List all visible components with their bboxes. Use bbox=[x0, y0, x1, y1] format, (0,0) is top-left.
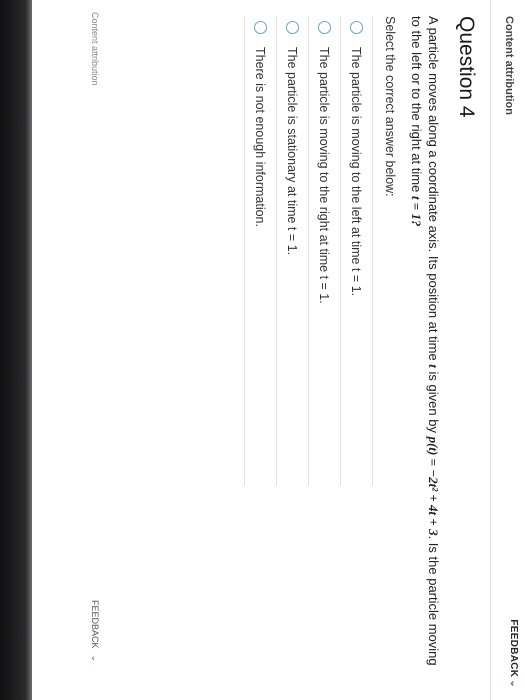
time-value: t = 1 bbox=[409, 195, 424, 220]
top-bar: Content attribution FEEDBACK⌄ bbox=[490, 0, 525, 700]
question-text: A particle moves along a coordinate axis… bbox=[408, 16, 442, 676]
answer-option-right[interactable]: The particle is moving to the right at t… bbox=[308, 16, 340, 486]
chevron-down-icon: ⌄ bbox=[90, 654, 100, 663]
answer-options: The particle is moving to the left at ti… bbox=[244, 16, 373, 486]
answer-option-label: The particle is moving to the left at ti… bbox=[349, 47, 364, 297]
question-text-part: A particle moves along a coordinate axis… bbox=[426, 16, 441, 365]
answer-option-stationary[interactable]: The particle is stationary at time t = 1… bbox=[276, 16, 308, 486]
monitor-bezel bbox=[0, 0, 32, 700]
answer-option-label: There is not enough information. bbox=[253, 47, 268, 227]
position-formula: p(t) = −2t² + 4t + 3 bbox=[426, 436, 441, 536]
footer-feedback-button[interactable]: FEEDBACK ⌄ bbox=[89, 600, 100, 662]
answer-option-label: The particle is moving to the right at t… bbox=[317, 47, 332, 304]
footer-content-attribution-link[interactable]: Content attribution bbox=[90, 12, 100, 86]
answer-option-left[interactable]: The particle is moving to the left at ti… bbox=[340, 16, 373, 486]
content-attribution-link[interactable]: Content attribution bbox=[503, 16, 515, 115]
radio-button-icon[interactable] bbox=[318, 21, 331, 34]
question-text-part: is given by bbox=[426, 367, 441, 437]
question-title: Question 4 bbox=[455, 16, 478, 118]
rotated-page: Content attribution FEEDBACK⌄ Question 4… bbox=[32, 0, 525, 700]
question-mark: ? bbox=[409, 219, 424, 227]
answer-option-label: The particle is stationary at time t = 1… bbox=[285, 47, 300, 256]
answer-prompt: Select the correct answer below: bbox=[383, 16, 397, 197]
answer-option-not-enough-info[interactable]: There is not enough information. bbox=[244, 16, 276, 486]
question-card: Content attribution FEEDBACK⌄ Question 4… bbox=[32, 0, 525, 700]
feedback-label: FEEDBACK bbox=[508, 619, 519, 678]
screen: Content attribution FEEDBACK⌄ Question 4… bbox=[32, 0, 525, 700]
radio-button-icon[interactable] bbox=[254, 21, 267, 34]
chevron-down-icon: ⌄ bbox=[508, 679, 519, 688]
footer-feedback-label: FEEDBACK bbox=[90, 600, 100, 649]
radio-button-icon[interactable] bbox=[350, 21, 363, 34]
feedback-button[interactable]: FEEDBACK⌄ bbox=[508, 619, 519, 688]
radio-button-icon[interactable] bbox=[286, 21, 299, 34]
